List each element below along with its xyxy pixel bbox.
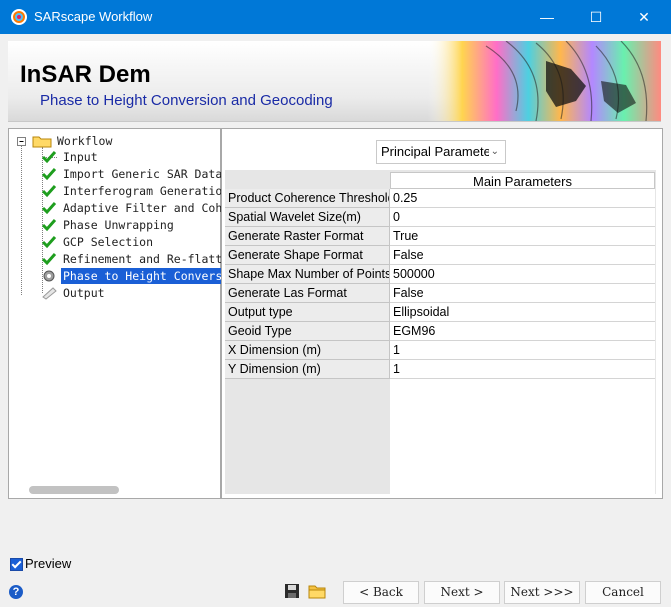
param-name: Product Coherence Threshold (225, 189, 390, 208)
title-bar: SARscape Workflow — ☐ ✕ (0, 0, 671, 34)
param-name: Shape Max Number of Points (225, 265, 390, 284)
param-name: Generate Shape Format (225, 246, 390, 265)
tree-item-label: GCP Selection (63, 235, 154, 249)
check-icon (41, 219, 57, 232)
param-value-geoid-type[interactable]: EGM96 (390, 322, 655, 341)
check-icon (41, 236, 57, 249)
window-title: SARscape Workflow (34, 9, 153, 24)
tree-connector (21, 145, 22, 295)
preview-checkbox[interactable] (10, 558, 23, 571)
tree-root-workflow[interactable]: Workflow (17, 133, 217, 149)
folder-icon (17, 136, 52, 148)
workflow-banner: InSAR Dem Phase to Height Conversion and… (8, 41, 661, 122)
param-name: Generate Raster Format (225, 227, 390, 246)
close-button[interactable]: ✕ (621, 0, 667, 34)
check-icon (41, 202, 57, 215)
parameters-panel: Principal Parameters ⌄ Main Parameters P… (221, 128, 663, 499)
gear-icon (43, 270, 55, 282)
grid-empty-area (390, 379, 655, 494)
tree-item-label: Phase to Height Conversion (61, 268, 246, 284)
banner-subtitle: Phase to Height Conversion and Geocoding (40, 92, 333, 109)
param-name: Generate Las Format (225, 284, 390, 303)
workflow-tree-panel[interactable]: Workflow Input Import Generic SAR Data I… (8, 128, 264, 499)
minimize-button[interactable]: — (524, 0, 570, 34)
tree-item-label: Phase Unwrapping (63, 218, 174, 232)
tree-root-label: Workflow (57, 134, 113, 148)
tree-item-phase-to-height[interactable]: Phase to Height Conversion (41, 268, 246, 284)
param-name: Y Dimension (m) (225, 360, 390, 379)
tree-item-label: Output (63, 286, 105, 300)
tree-item-label: Input (63, 150, 98, 164)
parameter-set-value: Principal Parameters (381, 144, 489, 159)
param-value-las-format[interactable]: False (390, 284, 655, 303)
next-all-button[interactable]: Next >>> (504, 581, 580, 604)
preview-label: Preview (25, 556, 72, 571)
cancel-button[interactable]: Cancel (585, 581, 661, 604)
banner-title: InSAR Dem (20, 61, 151, 88)
check-icon (41, 185, 57, 198)
chevron-down-icon: ⌄ (490, 146, 499, 157)
param-value-raster-format[interactable]: True (390, 227, 655, 246)
maximize-button[interactable]: ☐ (573, 0, 619, 34)
parameter-set-select[interactable]: Principal Parameters ⌄ (376, 140, 506, 164)
grid-column-header: Main Parameters (390, 172, 655, 189)
param-value-y-dimension[interactable]: 1 (390, 360, 655, 379)
back-button[interactable]: < Back (343, 581, 419, 604)
param-value-shape-format[interactable]: False (390, 246, 655, 265)
tree-item-label: Import Generic SAR Data (63, 167, 223, 181)
param-name: Output type (225, 303, 390, 322)
param-name: Spatial Wavelet Size(m) (225, 208, 390, 227)
param-name: Geoid Type (225, 322, 390, 341)
interferogram-image (396, 41, 661, 121)
param-value-wavelet-size[interactable]: 0 (390, 208, 655, 227)
folder-icon[interactable] (308, 583, 326, 599)
param-value-output-type[interactable]: Ellipsoidal (390, 303, 655, 322)
tree-horizontal-scrollbar[interactable] (29, 486, 119, 494)
help-icon[interactable]: ? (9, 585, 23, 599)
param-value-shape-max-points[interactable]: 500000 (390, 265, 655, 284)
sarscape-app-icon (11, 9, 27, 25)
pending-step-icon (42, 287, 57, 300)
save-icon[interactable] (284, 583, 300, 599)
check-icon (41, 168, 57, 181)
param-value-x-dimension[interactable]: 1 (390, 341, 655, 360)
param-value-coherence-threshold[interactable]: 0.25 (390, 189, 655, 208)
next-button[interactable]: Next > (424, 581, 500, 604)
parameters-grid: Main Parameters Product Coherence Thresh… (225, 170, 656, 494)
tree-item-label: Interferogram Generation (63, 184, 230, 198)
check-icon (41, 253, 57, 266)
param-name: X Dimension (m) (225, 341, 390, 360)
check-icon (41, 151, 57, 164)
